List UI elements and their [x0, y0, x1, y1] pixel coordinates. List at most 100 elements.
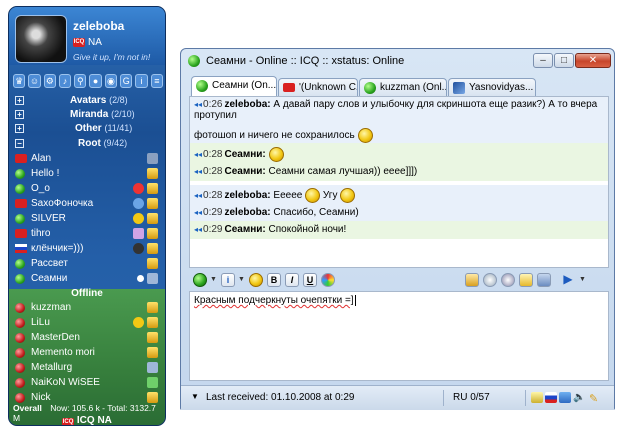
send-button[interactable]: ▶ — [561, 273, 575, 287]
details-icon[interactable] — [519, 273, 533, 287]
underline-button[interactable]: U — [303, 273, 317, 287]
contact-item[interactable]: Metallurg — [14, 361, 162, 375]
search-icon[interactable] — [483, 273, 497, 287]
gear-icon[interactable] — [501, 273, 515, 287]
chevron-down-icon[interactable]: ▼ — [191, 392, 199, 401]
history-icon[interactable] — [465, 273, 479, 287]
info-icon[interactable]: i — [135, 74, 148, 88]
offline-group-header[interactable]: Offline — [9, 288, 165, 299]
protocol-icon[interactable] — [193, 273, 207, 287]
contact-item[interactable]: Memento mori — [14, 346, 162, 360]
offline-status-icon — [15, 318, 25, 328]
expand-icon[interactable]: + — [15, 110, 24, 119]
xstatus-icon — [147, 213, 158, 224]
contact-list-toolbar: ♛ ☺ ⚙ ♪ ⚲ ● ◉ G i ≡ — [13, 73, 163, 89]
status-icon[interactable]: ● — [89, 74, 102, 88]
search-icon[interactable]: ⚲ — [74, 74, 87, 88]
options-icon[interactable]: ◉ — [104, 74, 118, 88]
contact-name: Nick — [31, 392, 51, 403]
title-bar[interactable]: Сеамни - Online :: ICQ :: xstatus: Onlin… — [181, 49, 614, 73]
message-input-text: Красным подчеркнуты очепятки =] — [194, 295, 354, 306]
traffic-label: Overall — [13, 403, 42, 413]
contact-name: клёнчик=))) — [31, 243, 84, 254]
na-status-icon — [15, 154, 27, 163]
crown-icon[interactable]: ♛ — [13, 74, 26, 88]
status-button[interactable]: ICQ ICQ NA — [9, 415, 165, 425]
tab-yasnovidyas[interactable]: Yasnovidyas... — [448, 78, 536, 96]
smiley-button-icon[interactable] — [249, 273, 263, 287]
maximize-button[interactable]: □ — [554, 53, 574, 68]
group-miranda[interactable]: + Miranda (2/10) — [15, 109, 161, 122]
online-status-icon — [364, 82, 376, 94]
divider — [525, 390, 526, 406]
message-item: ◂◂0:28 Сеамни: — [190, 143, 608, 163]
gear-icon[interactable]: ⚙ — [43, 74, 56, 88]
group-root[interactable]: − Root (9/42) — [15, 138, 161, 151]
chevron-down-icon[interactable]: ▼ — [579, 276, 586, 283]
contact-name: tihro — [31, 228, 51, 239]
expand-icon[interactable]: + — [15, 96, 24, 105]
russia-flag-icon[interactable] — [545, 392, 557, 403]
notes-icon[interactable] — [531, 392, 543, 403]
message-author: Сеамни: — [224, 166, 266, 177]
contact-item[interactable]: kuzzman — [14, 301, 162, 315]
save-icon[interactable] — [537, 273, 551, 287]
tab-seamni[interactable]: Сеамни (On... — [191, 76, 277, 96]
sound-icon[interactable]: ♪ — [58, 74, 72, 88]
message-log[interactable]: ◂◂0:26 zeleboba: А давай пару слов и улыб… — [189, 96, 609, 268]
contact-item[interactable]: SILVER — [14, 212, 162, 226]
music-icon — [133, 243, 144, 254]
contact-name: LiLu — [31, 317, 50, 328]
na-status-icon — [15, 229, 27, 238]
contact-item[interactable]: Рассвет — [14, 257, 162, 271]
contact-item[interactable]: MasterDen — [14, 331, 162, 345]
contact-item[interactable]: NaiKoN WiSEE — [14, 376, 162, 390]
bold-button[interactable]: B — [267, 273, 281, 287]
color-button[interactable] — [321, 273, 335, 287]
own-status[interactable]: ICQ NA — [73, 37, 102, 48]
incoming-arrow-icon: ◂◂ — [194, 225, 203, 234]
secure-icon[interactable] — [559, 392, 571, 403]
tab-unknown-contact[interactable]: '(Unknown C... — [278, 78, 358, 96]
group-avatars[interactable]: + Avatars (2/8) — [15, 95, 161, 108]
message-time: 0:28 — [203, 166, 223, 177]
online-status-icon — [15, 214, 25, 224]
xstatus-icon — [147, 183, 158, 194]
own-mood-message[interactable]: Give it up, I'm not in! — [73, 52, 150, 62]
user-info-icon[interactable]: i — [221, 273, 235, 287]
tab-kuzzman[interactable]: kuzzman (Onl... — [359, 78, 447, 96]
expand-icon[interactable]: + — [15, 124, 24, 133]
contact-item[interactable]: tihro — [14, 227, 162, 241]
close-button[interactable]: ✕ — [575, 53, 611, 68]
sound-icon[interactable]: 🔈 — [573, 392, 585, 403]
contact-item[interactable]: Alan — [14, 152, 162, 166]
message-text: Спокойной ночи! — [268, 224, 347, 235]
contact-item[interactable]: LiLu — [14, 316, 162, 330]
contact-item[interactable]: клёнчик=))) — [14, 242, 162, 256]
chevron-down-icon[interactable]: ▼ — [238, 276, 245, 283]
menu-icon[interactable]: ≡ — [150, 74, 163, 88]
contact-name: kuzzman — [31, 302, 72, 313]
status-bar: ▼ Last received: 01.10.2008 at 0:29 RU 0… — [181, 385, 614, 410]
users-icon[interactable]: ☺ — [28, 74, 41, 88]
contact-item[interactable]: Сеамни — [14, 272, 162, 286]
tab-label: Yasnovidyas... — [469, 82, 534, 93]
group-count: (9/42) — [103, 138, 128, 148]
message-time: 0:28 — [203, 149, 223, 161]
group-other[interactable]: + Other (11/41) — [15, 123, 161, 136]
contact-item[interactable]: Hello ! — [14, 167, 162, 181]
message-item: ◂◂0:29 zeleboba: Спасибо, Сеамни) — [190, 205, 608, 221]
g-icon[interactable]: G — [120, 74, 133, 88]
divider — [443, 390, 444, 406]
contact-item[interactable]: O_o — [14, 182, 162, 196]
char-counter: RU 0/57 — [453, 392, 490, 403]
chevron-down-icon[interactable]: ▼ — [210, 276, 217, 283]
avatar[interactable] — [15, 15, 67, 63]
minimize-button[interactable]: – — [533, 53, 553, 68]
italic-button[interactable]: I — [285, 273, 299, 287]
contact-item[interactable]: SaxoФоночка — [14, 197, 162, 211]
pencil-icon[interactable]: ✎ — [589, 392, 601, 405]
message-input[interactable]: Красным подчеркнуты очепятки =] — [189, 291, 609, 381]
offline-status-icon — [15, 303, 25, 313]
collapse-icon[interactable]: − — [15, 139, 24, 148]
